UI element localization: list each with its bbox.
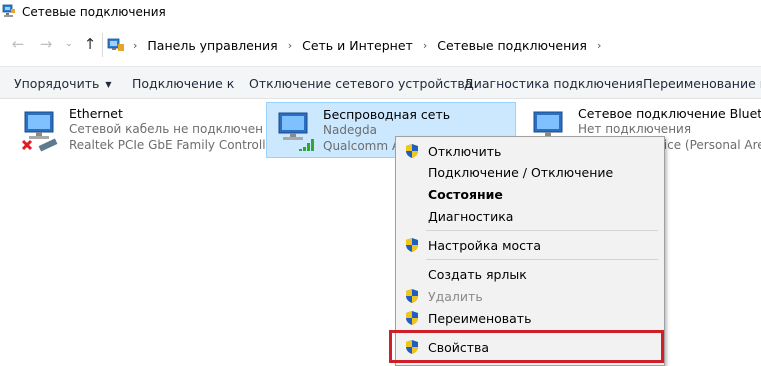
menu-item-label: Подключение / Отключение [428, 165, 614, 180]
breadcrumb-network-internet[interactable]: Сеть и Интернет [302, 38, 413, 53]
menu-item-rename[interactable]: Переименовать [398, 307, 662, 329]
menu-item-label: Настройка моста [428, 238, 541, 253]
menu-item-disable[interactable]: Отключить [398, 140, 662, 162]
menu-item-label: Отключить [428, 144, 502, 159]
uac-shield-icon [406, 144, 418, 158]
chevron-right-icon[interactable]: › [423, 39, 427, 52]
back-arrow-icon[interactable]: ← [10, 34, 26, 54]
menu-item-create-shortcut[interactable]: Создать ярлык [398, 263, 662, 285]
network-connections-icon [2, 4, 15, 17]
menu-item-connect-disconnect[interactable]: Подключение / Отключение [398, 161, 662, 183]
menu-separator [426, 259, 658, 260]
title-bar: Сетевые подключения [0, 0, 761, 26]
disable-device-button[interactable]: Отключение сетевого устройства [249, 76, 472, 91]
uac-shield-icon [406, 238, 418, 252]
connection-status: Сетевой кабель не подключен [69, 122, 263, 136]
ethernet-disconnected-icon [21, 111, 58, 152]
control-panel-folder-icon [107, 38, 124, 51]
properties-highlight-box [389, 330, 664, 363]
command-bar: Упорядочить ▼ Подключение к Отключение се… [0, 66, 761, 99]
address-bar: ← → ⌄ ↑ › Панель управления › Сеть и Инт… [0, 30, 761, 58]
recent-locations-chevron-icon[interactable]: ⌄ [64, 38, 74, 50]
chevron-right-icon[interactable]: › [597, 39, 601, 52]
chevron-right-icon[interactable]: › [133, 39, 137, 52]
menu-item-bridge-connections[interactable]: Настройка моста [398, 234, 662, 256]
address-path[interactable]: › Панель управления › Сеть и Интернет › … [102, 33, 761, 57]
breadcrumb-control-panel[interactable]: Панель управления [147, 38, 277, 53]
menu-item-delete: Удалить [398, 285, 662, 307]
menu-item-label: Удалить [428, 289, 483, 304]
breadcrumb-network-connections[interactable]: Сетевые подключения [437, 38, 587, 53]
connection-status: Нет подключения [578, 122, 692, 136]
chevron-down-icon: ▼ [105, 80, 112, 89]
connection-name: Ethernet [69, 106, 123, 121]
connection-name: Беспроводная сеть [323, 107, 451, 122]
menu-item-label: Переименовать [428, 311, 532, 326]
chevron-right-icon[interactable]: › [288, 39, 292, 52]
forward-arrow-icon[interactable]: → [38, 34, 54, 54]
connection-adapter: Realtek PCIe GbE Family Controller [69, 138, 278, 152]
uac-shield-icon [406, 311, 418, 325]
up-arrow-icon[interactable]: ↑ [82, 34, 98, 54]
menu-separator [426, 230, 658, 231]
rename-connection-button[interactable]: Переименование подключения [643, 76, 761, 91]
wireless-network-icon [278, 112, 314, 151]
connection-item-ethernet[interactable]: Ethernet Сетевой кабель не подключен Rea… [13, 102, 278, 158]
menu-item-label: Диагностика [428, 209, 514, 224]
menu-item-label: Состояние [428, 187, 503, 202]
connection-name: Сетевое подключение Bluetooth [578, 106, 761, 121]
connect-to-button[interactable]: Подключение к [132, 76, 234, 91]
organize-label: Упорядочить [14, 76, 100, 91]
window-title: Сетевые подключения [22, 5, 166, 19]
menu-item-diagnose[interactable]: Диагностика [398, 205, 662, 227]
connection-status: Nadegda [323, 123, 377, 137]
diagnose-connection-button[interactable]: Диагностика подключения [464, 76, 643, 91]
organize-button[interactable]: Упорядочить ▼ [14, 76, 112, 91]
menu-item-label: Создать ярлык [428, 267, 527, 282]
menu-item-status[interactable]: Состояние [398, 183, 662, 205]
uac-shield-icon [406, 289, 418, 303]
